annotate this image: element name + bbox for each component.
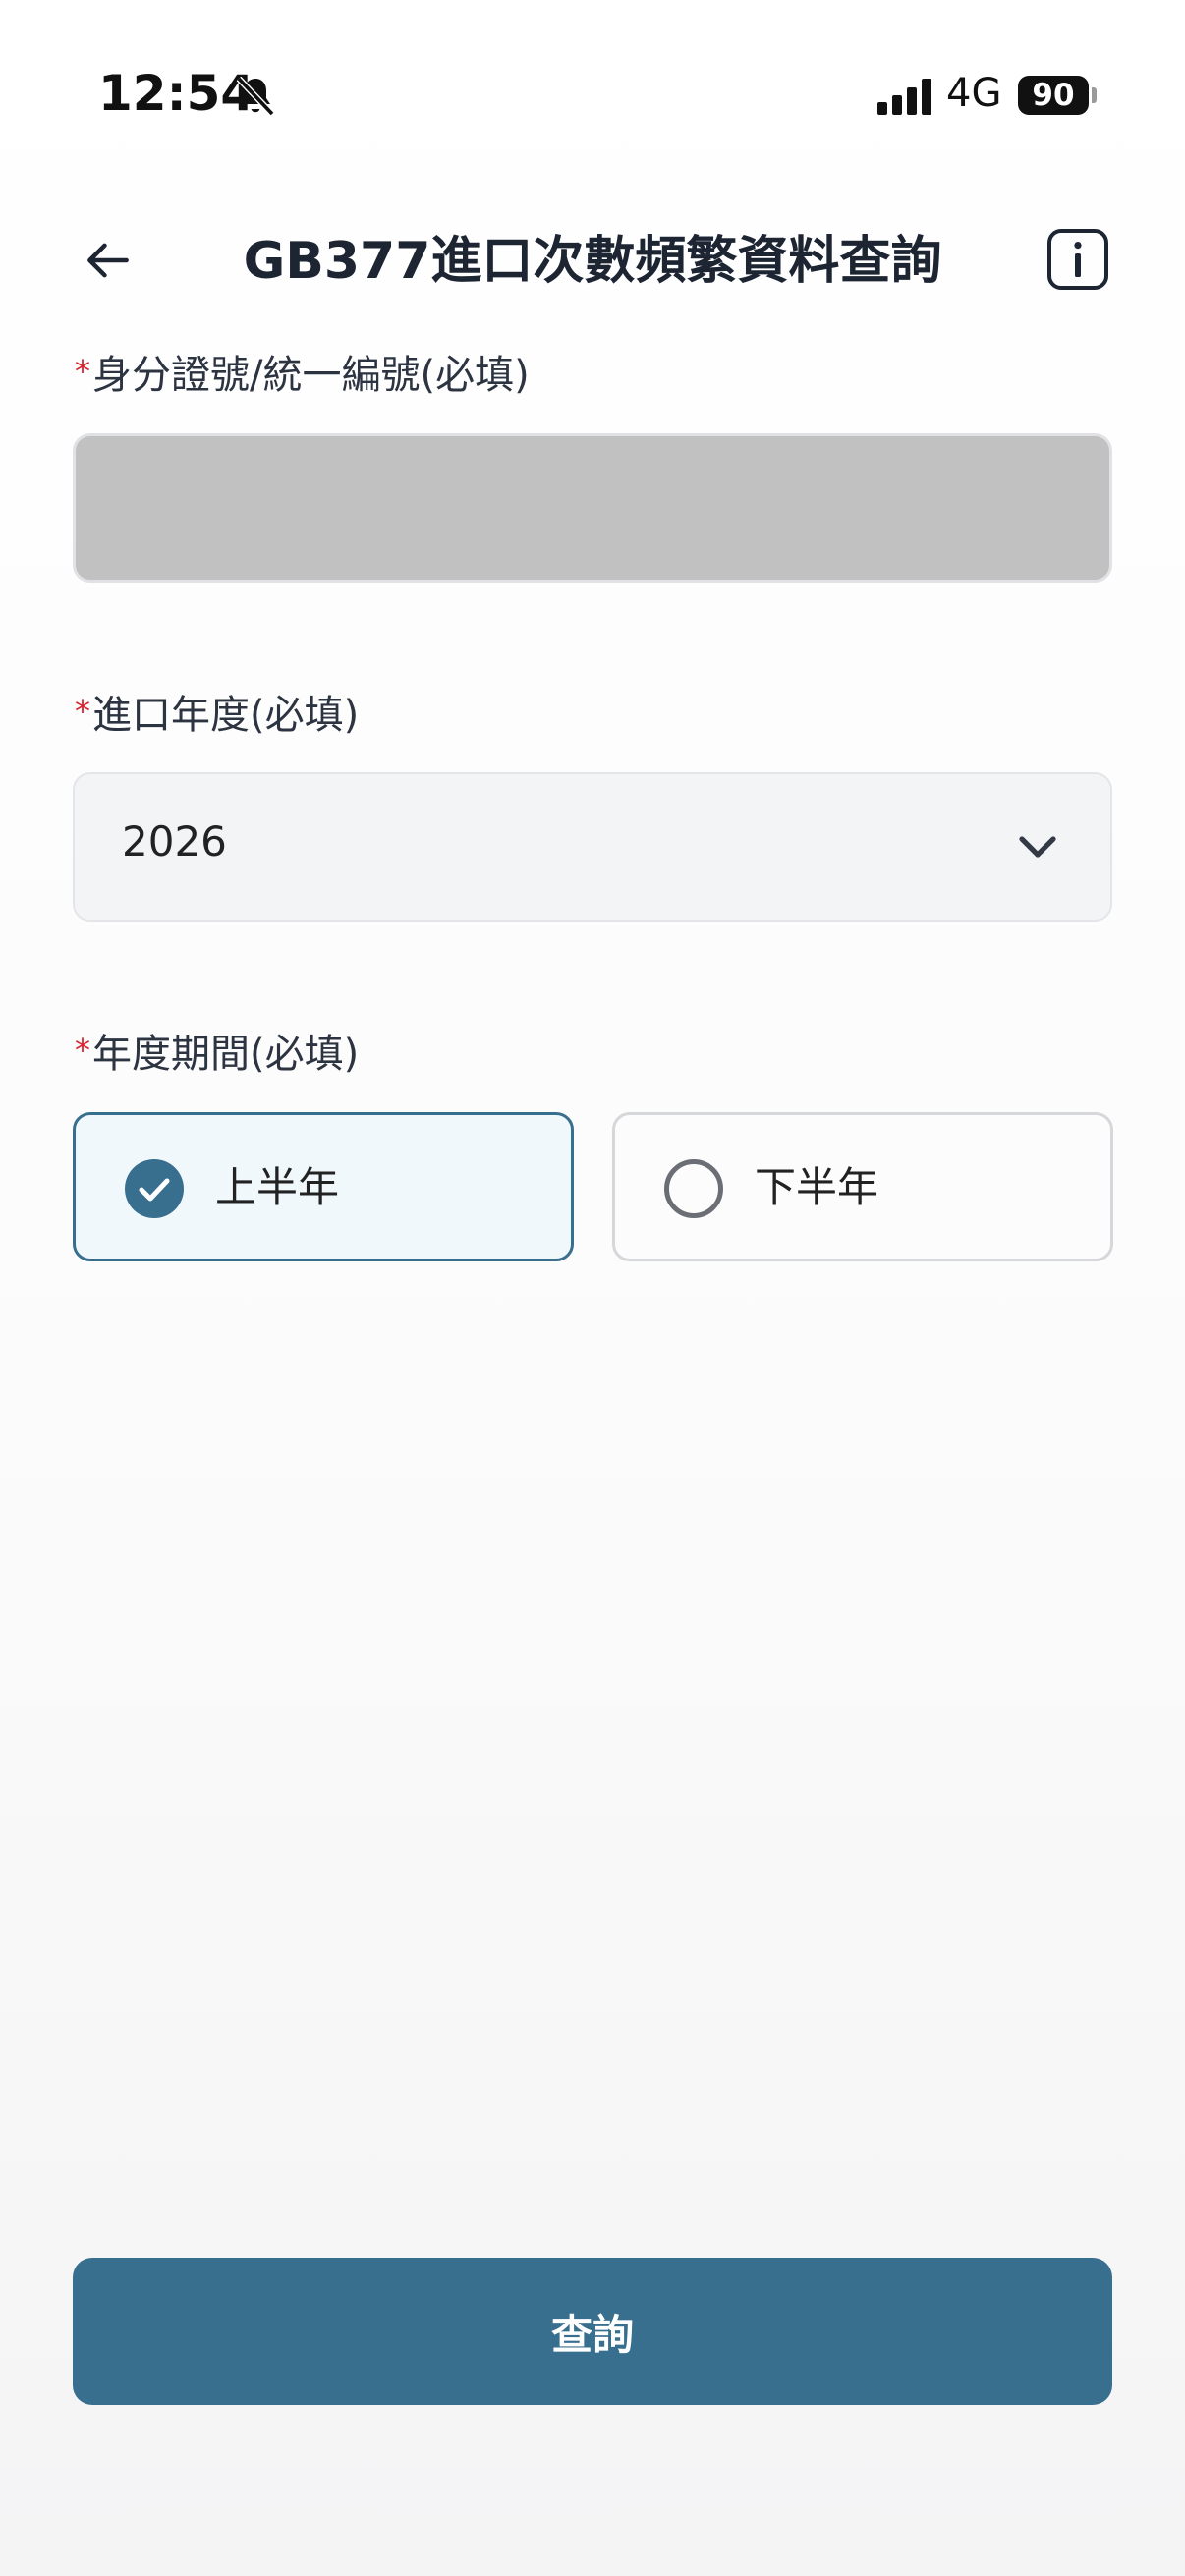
- battery-icon: 90: [1018, 76, 1089, 115]
- import-year-value: 2026: [122, 817, 227, 866]
- radio-checked-icon: [125, 1159, 184, 1218]
- period-option-second-half[interactable]: 下半年: [612, 1112, 1113, 1261]
- info-icon: [1074, 242, 1082, 277]
- import-year-select[interactable]: 2026: [73, 772, 1112, 922]
- required-mark: *: [75, 693, 90, 730]
- required-mark: *: [75, 1032, 90, 1069]
- arrow-left-icon: [87, 243, 129, 278]
- chevron-down-icon: [1019, 836, 1056, 858]
- period-field-label-text: 年度期間(必填): [92, 1032, 360, 1077]
- status-bar: 12:54 4G 90: [0, 0, 1185, 187]
- query-button[interactable]: 查詢: [73, 2258, 1112, 2405]
- period-option-first-half[interactable]: 上半年: [73, 1112, 574, 1261]
- bell-muted-icon: [236, 76, 275, 117]
- page-title: GB377進口次數頻繁資料查詢: [243, 232, 942, 291]
- required-mark: *: [75, 353, 90, 390]
- radio-unchecked-icon: [664, 1159, 723, 1218]
- year-field-label-text: 進口年度(必填): [92, 693, 360, 738]
- back-button[interactable]: [71, 228, 145, 293]
- id-field-label: *身分證號/統一編號(必填): [75, 344, 530, 403]
- network-type: 4G: [946, 71, 1002, 116]
- period-option-label: 上半年: [215, 1163, 340, 1211]
- battery-level: 90: [1032, 78, 1075, 113]
- period-option-label: 下半年: [755, 1163, 879, 1211]
- cellular-signal-icon: [877, 79, 931, 115]
- checkmark-icon: [139, 1178, 170, 1202]
- battery-tip: [1092, 87, 1097, 103]
- id-number-input[interactable]: [73, 433, 1112, 583]
- id-field-label-text: 身分證號/統一編號(必填): [92, 353, 530, 398]
- info-button[interactable]: [1047, 229, 1108, 290]
- period-field-label: *年度期間(必填): [75, 1023, 359, 1082]
- year-field-label: *進口年度(必填): [75, 684, 359, 743]
